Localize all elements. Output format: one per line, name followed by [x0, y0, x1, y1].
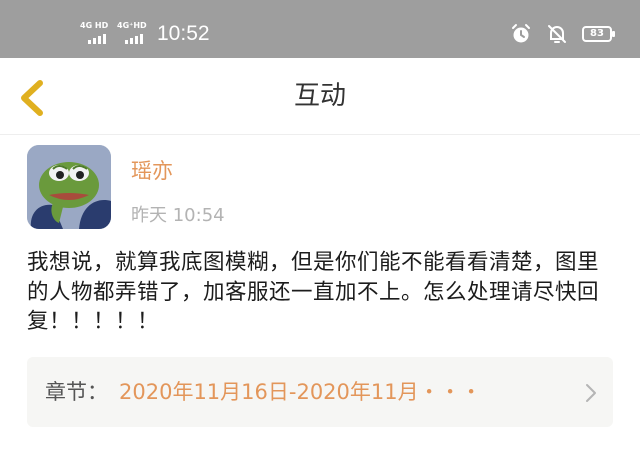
- chevron-right-icon: [586, 384, 596, 402]
- timestamp: 昨天 10:54: [131, 205, 225, 226]
- status-time: 10:52: [157, 22, 210, 45]
- signal-1-label: 4G HD: [80, 21, 109, 30]
- nav-bar: 互动: [0, 58, 640, 135]
- alarm-icon: [512, 24, 530, 43]
- pepe-frog-avatar: [27, 145, 111, 229]
- chapter-value: 2020年11月16日-2020年11月・・・: [119, 380, 482, 404]
- chapter-link[interactable]: 章节： 2020年11月16日-2020年11月・・・: [27, 357, 613, 427]
- status-bar: 4G HD 4G⁺HD 10:52 83: [0, 0, 640, 58]
- chapter-label: 章节：: [45, 380, 108, 404]
- battery-icon: 83: [582, 26, 615, 42]
- page-title: 互动: [293, 81, 346, 111]
- signal-1-icon: 4G HD: [80, 22, 114, 46]
- comment-card: 瑶亦 昨天 10:54 我想说，就算我底图模糊，但是你们能不能看看清楚，图里的人…: [0, 135, 640, 453]
- signal-2-label: 4G⁺HD: [117, 21, 147, 30]
- signal-2-icon: 4G⁺HD: [117, 22, 151, 46]
- comment-text: 我想说，就算我底图模糊，但是你们能不能看看清楚，图里的人物都弄错了，加客服还一直…: [27, 250, 600, 334]
- status-icons: 83: [510, 23, 615, 45]
- avatar[interactable]: [27, 145, 111, 229]
- username[interactable]: 瑶亦: [131, 155, 173, 185]
- mute-icon: [548, 25, 566, 43]
